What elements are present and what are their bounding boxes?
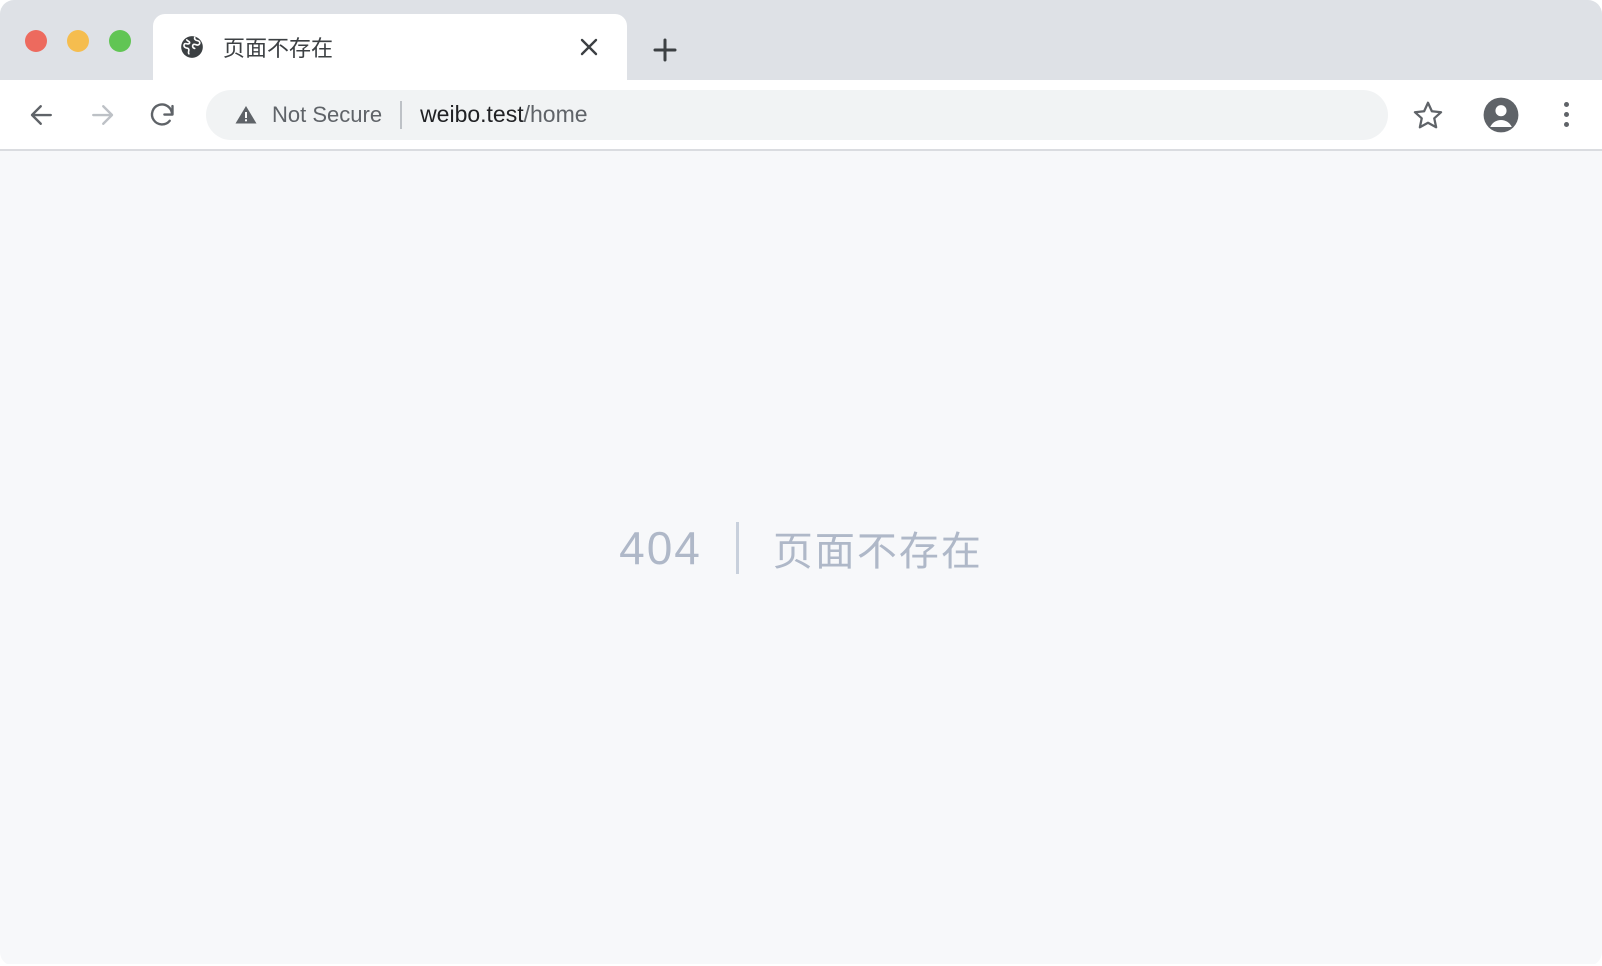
arrow-left-icon[interactable] xyxy=(18,91,66,139)
browser-window: 页面不存在 Not Secure weibo.test/home 404 页面不… xyxy=(0,0,1602,966)
arrow-right-icon xyxy=(78,91,126,139)
security-status-label: Not Secure xyxy=(272,101,383,127)
omnibox-separator xyxy=(400,100,403,129)
tab-strip: 页面不存在 xyxy=(0,0,1602,80)
tab-title: 页面不存在 xyxy=(223,36,334,61)
error-message: 页面不存在 xyxy=(772,528,983,575)
url-host: weibo.test xyxy=(420,101,524,127)
window-minimize-button[interactable] xyxy=(67,30,89,52)
url-path: /home xyxy=(523,101,588,127)
menu-dot xyxy=(1563,122,1569,127)
window-maximize-button[interactable] xyxy=(109,30,131,52)
reload-icon[interactable] xyxy=(138,91,186,139)
url-text: weibo.test/home xyxy=(420,101,588,128)
close-icon[interactable] xyxy=(573,31,605,63)
error-page: 404 页面不存在 xyxy=(0,151,1602,964)
three-dot-menu-icon[interactable] xyxy=(1548,97,1584,133)
window-traffic-lights xyxy=(25,30,131,52)
error-code: 404 xyxy=(619,521,702,574)
error-content: 404 页面不存在 xyxy=(619,519,983,577)
window-close-button[interactable] xyxy=(25,30,47,52)
address-bar[interactable]: Not Secure weibo.test/home xyxy=(206,89,1388,140)
error-divider xyxy=(735,521,739,574)
new-tab-button[interactable] xyxy=(645,30,685,70)
globe-icon xyxy=(179,34,205,60)
browser-toolbar: Not Secure weibo.test/home xyxy=(0,80,1602,151)
warning-triangle-icon[interactable] xyxy=(234,103,258,127)
menu-dot xyxy=(1563,102,1569,107)
menu-dot xyxy=(1563,112,1569,117)
page-viewport: 404 页面不存在 xyxy=(0,151,1602,964)
browser-tab[interactable]: 页面不存在 xyxy=(153,14,627,80)
star-icon[interactable] xyxy=(1406,93,1450,137)
account-avatar-icon[interactable] xyxy=(1480,94,1522,136)
